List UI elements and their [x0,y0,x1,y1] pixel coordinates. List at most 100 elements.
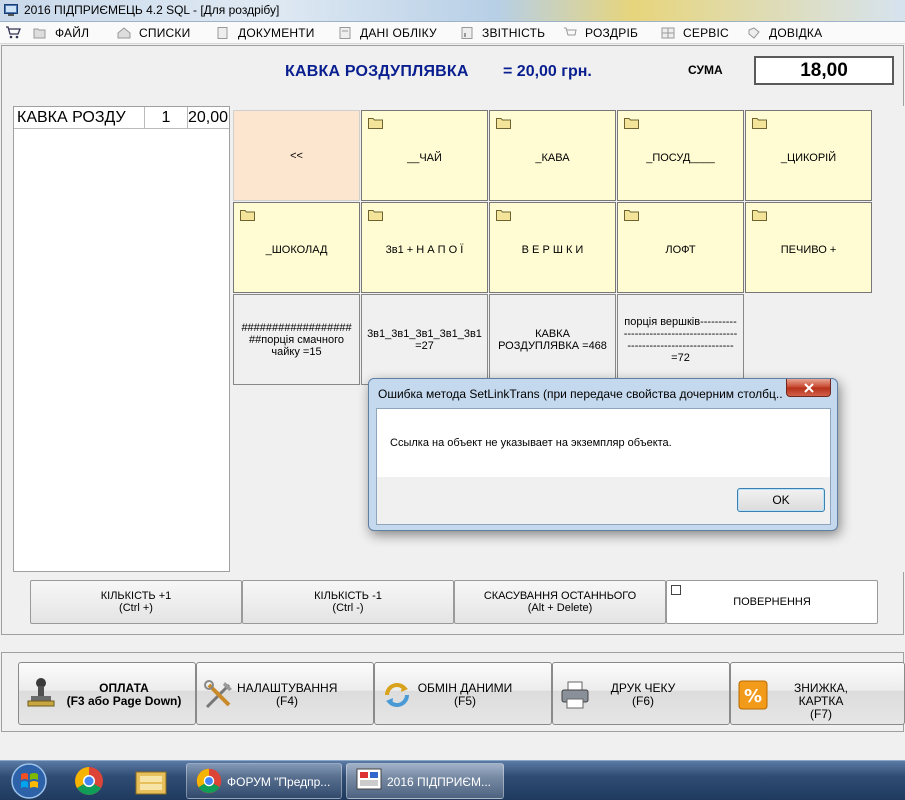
menu-documents-label: ДОКУМЕНТИ [238,26,315,40]
dialog-close-button[interactable] [786,379,831,397]
discount-card-button[interactable]: % ЗНИЖКА, КАРТКА (F7) [730,662,905,725]
folder-icon [368,210,383,221]
folder-icon [624,210,639,221]
app-icon [4,4,18,16]
error-dialog[interactable]: Ошибка метода SetLinkTrans (при передаче… [368,378,838,531]
tile-label: __ЧАЙ [407,151,442,164]
category-tile[interactable]: _КАВА [489,110,616,201]
windows-start-icon[interactable] [6,762,52,800]
category-tile[interactable]: _ШОКОЛАД [233,202,360,293]
table-row[interactable]: КАВКА РОЗДУ 1 20,00 [14,107,229,129]
window-titlebar[interactable]: 2016 ПІДПРИЄМЕЦЬ 4.2 SQL - [Для роздрібу… [0,0,905,22]
discount-card-hotkey: (F7) [810,707,832,721]
tile-label: ЛОФТ [665,243,696,256]
category-tile[interactable]: В Е Р Ш К И [489,202,616,293]
taskbar-task-forum[interactable]: ФОРУМ "Предпр... [186,763,342,799]
folder-icon [135,771,167,795]
quantity-minus-button[interactable]: КІЛЬКІСТЬ -1 (Ctrl -) [242,580,454,624]
current-product-name: КАВКА РОЗДУПЛЯВКА [285,63,469,80]
product-tile[interactable]: 3в1_3в1_3в1_3в1_3в1 =27 [361,294,488,385]
folder-icon [624,118,639,129]
folder-icon [752,118,767,129]
print-receipt-button[interactable]: ДРУК ЧЕКУ (F6) [552,662,730,725]
return-checkbox[interactable] [671,585,681,595]
tile-label: _ПОСУД____ [646,151,715,164]
payment-hotkey: (F3 або Page Down) [66,694,182,708]
taskbar-task-app-label: 2016 ПІДПРИЄМ... [387,775,491,789]
cart-icon [564,27,577,36]
category-tile[interactable]: 3в1 + Н А П О Ї [361,202,488,293]
quantity-plus-label: КІЛЬКІСТЬ +1 [100,590,172,602]
ok-button[interactable]: OK [737,488,825,512]
menu-help-label: ДОВІДКА [769,26,823,40]
product-tile[interactable]: ################## ##порція смачного чай… [233,294,360,385]
tools-icon [204,680,232,709]
grid-icon [661,27,675,39]
tile-label: << [290,149,303,162]
ledger-icon [339,27,351,39]
cancel-last-button[interactable]: СКАСУВАННЯ ОСТАННЬОГО (Alt + Delete) [454,580,666,624]
tile-label: _ЦИКОРІЙ [780,151,837,164]
sum-label: СУМА [688,63,723,77]
menu-reports[interactable]: ЗВІТНІСТЬ [460,25,545,41]
data-exchange-button[interactable]: ОБМІН ДАНИМИ (F5) [374,662,552,725]
return-button[interactable]: ПОВЕРНЕННЯ [666,580,878,624]
category-tile[interactable]: _ПОСУД____ [617,110,744,201]
category-tile[interactable]: ЛОФТ [617,202,744,293]
return-label: ПОВЕРНЕННЯ [733,596,811,608]
back-tile[interactable]: << [233,110,360,201]
payment-button[interactable]: ОПЛАТА (F3 або Page Down) [18,662,196,725]
menu-lists-label: СПИСКИ [139,26,191,40]
taskbar-task-forum-label: ФОРУМ "Предпр... [227,775,331,789]
tile-label: 3в1_3в1_3в1_3в1_3в1 =27 [367,327,482,352]
settings-button[interactable]: НАЛАШТУВАННЯ (F4) [196,662,374,725]
cancel-last-hotkey: (Alt + Delete) [527,602,593,614]
tile-label: КАВКА РОЗДУПЛЯВКА =468 [498,327,607,352]
chrome-icon [196,768,222,794]
menu-file[interactable]: ФАЙЛ [33,25,89,41]
menu-service-label: СЕРВІС [683,26,729,40]
window-title: 2016 ПІДПРИЄМЕЦЬ 4.2 SQL - [Для роздрібу… [24,3,280,17]
tile-label: _КАВА [535,151,570,164]
tile-label: В Е Р Ш К И [521,243,584,256]
folder-icon [368,118,383,129]
document-icon [217,27,228,39]
menu-accounting[interactable]: ДАНІ ОБЛІКУ [338,25,437,41]
receipt-item-qty: 1 [145,107,188,129]
book-icon [748,27,760,39]
menu-reports-label: ЗВІТНІСТЬ [482,26,546,40]
quantity-plus-button[interactable]: КІЛЬКІСТЬ +1 (Ctrl +) [30,580,242,624]
menu-retail[interactable]: РОЗДРІБ [563,25,638,41]
taskbar-task-app[interactable]: 2016 ПІДПРИЄМ... [346,763,504,799]
menu-documents[interactable]: ДОКУМЕНТИ [216,25,315,41]
cart-icon[interactable] [5,25,21,39]
tile-label: порція вершків---------- ---------------… [623,315,738,364]
close-icon [803,382,814,393]
dialog-message-area: Ссылка на объект не указывает на экземпл… [377,409,830,477]
percent-icon: % [738,680,768,710]
menu-retail-label: РОЗДРІБ [585,26,639,40]
taskbar-chrome-pinned[interactable] [66,763,112,799]
product-tile[interactable]: порція вершків---------- ---------------… [617,294,744,385]
product-tile[interactable]: КАВКА РОЗДУПЛЯВКА =468 [489,294,616,385]
category-tile[interactable]: __ЧАЙ [361,110,488,201]
menu-help[interactable]: ДОВІДКА [747,25,822,41]
menu-lists[interactable]: СПИСКИ [117,25,190,41]
category-tile[interactable]: ПЕЧИВО + [745,202,872,293]
menu-service[interactable]: СЕРВІС [661,25,729,41]
category-tile[interactable]: _ЦИКОРІЙ [745,110,872,201]
taskbar-explorer-pinned[interactable] [128,763,174,799]
cancel-last-label: СКАСУВАННЯ ОСТАННЬОГО [483,590,637,602]
stamp-icon [27,678,55,707]
receipt-table[interactable]: КАВКА РОЗДУ 1 20,00 [13,106,230,572]
quantity-minus-label: КІЛЬКІСТЬ -1 [314,590,382,602]
app-icon [356,768,382,790]
chrome-icon [75,767,103,795]
receipt-item-name: КАВКА РОЗДУ [14,107,145,129]
menu-accounting-label: ДАНІ ОБЛІКУ [360,26,437,40]
current-product-price: = 20,00 грн. [503,63,592,80]
tile-label: _ШОКОЛАД [265,243,328,256]
taskbar: ФОРУМ "Предпр... 2016 ПІДПРИЄМ... [0,760,905,800]
dialog-body: Ссылка на объект не указывает на экземпл… [376,408,831,525]
svg-text:%: % [744,686,762,707]
